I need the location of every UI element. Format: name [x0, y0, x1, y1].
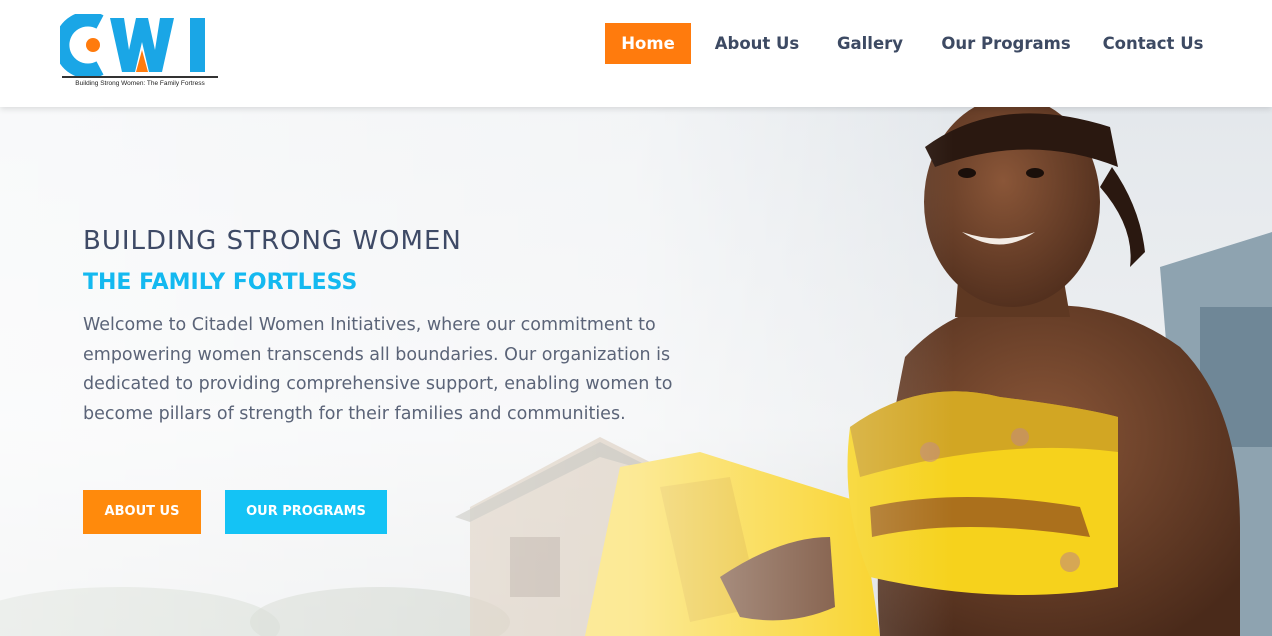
- nav-gallery[interactable]: Gallery: [830, 23, 910, 64]
- cwi-logo[interactable]: Building Strong Women: The Family Fortre…: [60, 14, 220, 92]
- hero-subtitle: THE FAMILY FORTLESS: [83, 270, 358, 295]
- hero-content: BUILDING STRONG WOMEN THE FAMILY FORTLES…: [83, 226, 683, 429]
- nav-contact-us[interactable]: Contact Us: [1096, 23, 1210, 64]
- logo-tagline: Building Strong Women: The Family Fortre…: [75, 80, 205, 87]
- nav-about-us[interactable]: About Us: [708, 23, 806, 64]
- our-programs-button[interactable]: OUR PROGRAMS: [225, 490, 387, 534]
- logo-letters-graphic: [60, 14, 205, 76]
- nav-our-programs[interactable]: Our Programs: [936, 23, 1076, 64]
- hero-description: Welcome to Citadel Women Initiatives, wh…: [83, 315, 673, 424]
- nav-home[interactable]: Home: [605, 23, 691, 64]
- hero-section: BUILDING STRONG WOMEN THE FAMILY FORTLES…: [0, 107, 1272, 636]
- hero-title: BUILDING STRONG WOMEN: [83, 226, 462, 256]
- site-header: Building Strong Women: The Family Fortre…: [0, 0, 1272, 107]
- logo-divider: [62, 76, 218, 78]
- about-us-button[interactable]: ABOUT US: [83, 490, 201, 534]
